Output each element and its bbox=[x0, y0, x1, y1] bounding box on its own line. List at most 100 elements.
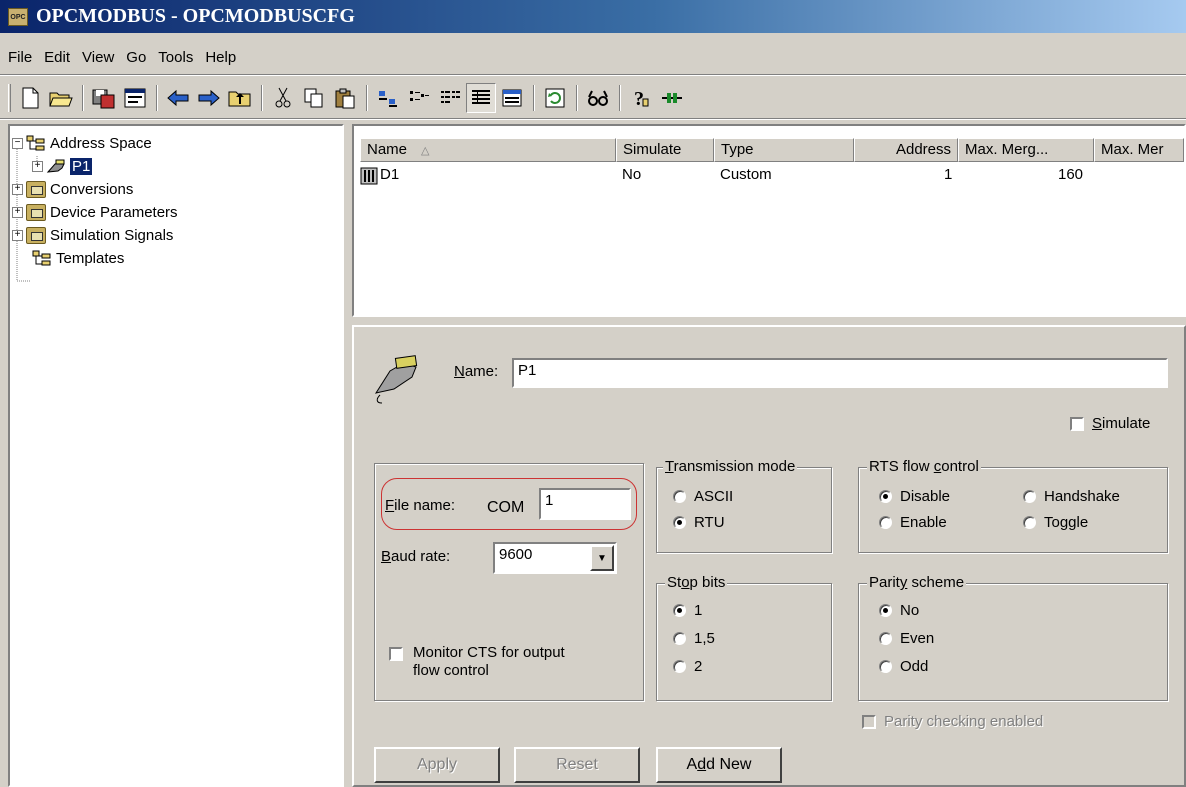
title-bar[interactable]: OPC OPCMODBUS - OPCMODBUSCFG bbox=[0, 0, 1186, 33]
parity-checking-label: Parity checking enabled bbox=[884, 713, 1044, 730]
column-header-address[interactable]: Address bbox=[854, 138, 958, 162]
monitor-cts-checkbox[interactable]: Monitor CTS for output flow control bbox=[389, 644, 565, 680]
expand-icon[interactable]: + bbox=[32, 160, 43, 172]
tree-label: Templates bbox=[56, 249, 125, 267]
column-header-simulate[interactable]: Simulate bbox=[616, 138, 714, 162]
reset-button[interactable]: Reset bbox=[514, 747, 640, 783]
help-icon[interactable]: ? bbox=[626, 83, 656, 113]
tree-view[interactable]: − Address Space + P1 + Conversions + Dev… bbox=[8, 124, 344, 787]
details-view-icon[interactable] bbox=[466, 83, 496, 113]
port-plug-icon bbox=[46, 159, 65, 173]
list-view-icon[interactable] bbox=[435, 83, 465, 113]
menu-tools[interactable]: Tools bbox=[152, 49, 199, 66]
table-row[interactable]: D1 No Custom 1 160 bbox=[358, 164, 1178, 188]
stop-bits-title: Stop bits bbox=[665, 574, 728, 591]
tree-item-p1[interactable]: + P1 bbox=[32, 155, 93, 177]
copy-icon[interactable] bbox=[299, 83, 329, 113]
add-new-button[interactable]: Add New bbox=[656, 747, 782, 783]
menu-file[interactable]: File bbox=[2, 49, 38, 66]
open-icon[interactable] bbox=[46, 83, 76, 113]
menu-go[interactable]: Go bbox=[120, 49, 152, 66]
connect-icon[interactable] bbox=[657, 83, 687, 113]
collapse-icon[interactable]: − bbox=[12, 137, 23, 149]
cell-simulate: No bbox=[622, 166, 642, 183]
simulation-signals-folder-icon bbox=[26, 226, 46, 244]
menu-bar: File Edit View Go Tools Help bbox=[0, 44, 242, 70]
radio-parity-even[interactable]: Even bbox=[879, 630, 934, 647]
highlight-oval bbox=[381, 478, 637, 530]
rts-flow-control-title: RTS flow control bbox=[867, 458, 981, 475]
sort-ascending-icon: △ bbox=[421, 145, 430, 157]
radio-rtu[interactable]: RTU bbox=[673, 514, 725, 531]
device-icon bbox=[360, 167, 378, 185]
simulate-label: Simulate bbox=[1092, 415, 1151, 432]
radio-rts-enable[interactable]: Enable bbox=[879, 514, 947, 531]
toolbar-grip bbox=[8, 84, 11, 112]
expand-icon[interactable]: + bbox=[12, 206, 23, 218]
items-list[interactable]: Name △ Simulate Type Address Max. Merg...… bbox=[352, 124, 1186, 317]
tree-item-templates[interactable]: Templates bbox=[32, 247, 124, 269]
radio-stop-1-5[interactable]: 1,5 bbox=[673, 630, 715, 647]
refresh-icon[interactable] bbox=[540, 83, 570, 113]
expand-icon[interactable]: + bbox=[12, 229, 23, 241]
tree-label: Conversions bbox=[50, 180, 134, 198]
radio-ascii[interactable]: ASCII bbox=[673, 488, 733, 505]
conversions-folder-icon bbox=[26, 180, 46, 198]
save-icon[interactable] bbox=[89, 83, 119, 113]
column-header-type[interactable]: Type bbox=[714, 138, 854, 162]
tree-item-address-space[interactable]: − Address Space bbox=[12, 132, 152, 154]
column-header-max-merge-2[interactable]: Max. Mer bbox=[1094, 138, 1184, 162]
tree-label: Device Parameters bbox=[50, 203, 178, 221]
address-space-icon bbox=[26, 135, 45, 150]
toolbar: ? bbox=[0, 80, 1186, 116]
monitor-icon[interactable] bbox=[583, 83, 613, 113]
parity-scheme-title: Parity scheme bbox=[867, 574, 967, 591]
back-icon[interactable] bbox=[163, 83, 193, 113]
tree-item-simulation-signals[interactable]: + Simulation Signals bbox=[12, 224, 173, 246]
simulate-checkbox[interactable]: Simulate bbox=[1070, 415, 1150, 432]
port-settings-group: File name: COM 1 Baud rate: 9600 ▼ Monit… bbox=[374, 463, 644, 701]
name-field[interactable]: P1 bbox=[512, 358, 1168, 388]
menu-edit[interactable]: Edit bbox=[38, 49, 76, 66]
tree-item-conversions[interactable]: + Conversions bbox=[12, 178, 133, 200]
forward-icon[interactable] bbox=[194, 83, 224, 113]
up-folder-icon[interactable] bbox=[225, 83, 255, 113]
new-icon[interactable] bbox=[15, 83, 45, 113]
rts-flow-control-group: RTS flow control Disable Handshake Enabl… bbox=[858, 458, 1168, 553]
cell-address: 1 bbox=[944, 166, 953, 183]
name-label: Name: bbox=[454, 363, 499, 380]
radio-rts-disable[interactable]: Disable bbox=[879, 488, 950, 505]
column-header-max-merge[interactable]: Max. Merg... bbox=[958, 138, 1094, 162]
monitor-cts-label-line2: flow control bbox=[413, 662, 489, 679]
cell-max-merge: 160 bbox=[1058, 166, 1084, 183]
parity-scheme-group: Parity scheme No Even Odd bbox=[858, 574, 1168, 701]
radio-rts-handshake[interactable]: Handshake bbox=[1023, 488, 1120, 505]
report-view-icon[interactable] bbox=[497, 83, 527, 113]
apply-button[interactable]: Apply bbox=[374, 747, 500, 783]
window-title: OPCMODBUS - OPCMODBUSCFG bbox=[36, 5, 355, 27]
properties-icon[interactable] bbox=[120, 83, 150, 113]
serial-port-icon bbox=[374, 355, 418, 404]
expand-icon[interactable]: + bbox=[12, 183, 23, 195]
small-icons-icon[interactable] bbox=[404, 83, 434, 113]
tree-label: Address Space bbox=[50, 134, 152, 152]
radio-stop-2[interactable]: 2 bbox=[673, 658, 702, 675]
device-parameters-folder-icon bbox=[26, 203, 46, 221]
radio-rts-toggle[interactable]: Toggle bbox=[1023, 514, 1088, 531]
radio-parity-no[interactable]: No bbox=[879, 602, 919, 619]
tree-label: P1 bbox=[70, 157, 93, 175]
tree-item-device-parameters[interactable]: + Device Parameters bbox=[12, 201, 178, 223]
column-header-name[interactable]: Name △ bbox=[360, 138, 616, 162]
chevron-down-icon[interactable]: ▼ bbox=[590, 545, 614, 571]
parity-checking-checkbox[interactable]: Parity checking enabled bbox=[862, 713, 1043, 730]
menu-help[interactable]: Help bbox=[199, 49, 242, 66]
menu-view[interactable]: View bbox=[76, 49, 120, 66]
paste-icon[interactable] bbox=[330, 83, 360, 113]
radio-stop-1[interactable]: 1 bbox=[673, 602, 702, 619]
baud-rate-select[interactable]: 9600 ▼ bbox=[493, 542, 617, 574]
cell-name: D1 bbox=[380, 166, 400, 183]
radio-parity-odd[interactable]: Odd bbox=[879, 658, 928, 675]
templates-icon bbox=[32, 250, 51, 265]
cut-icon[interactable] bbox=[268, 83, 298, 113]
large-icons-icon[interactable] bbox=[373, 83, 403, 113]
